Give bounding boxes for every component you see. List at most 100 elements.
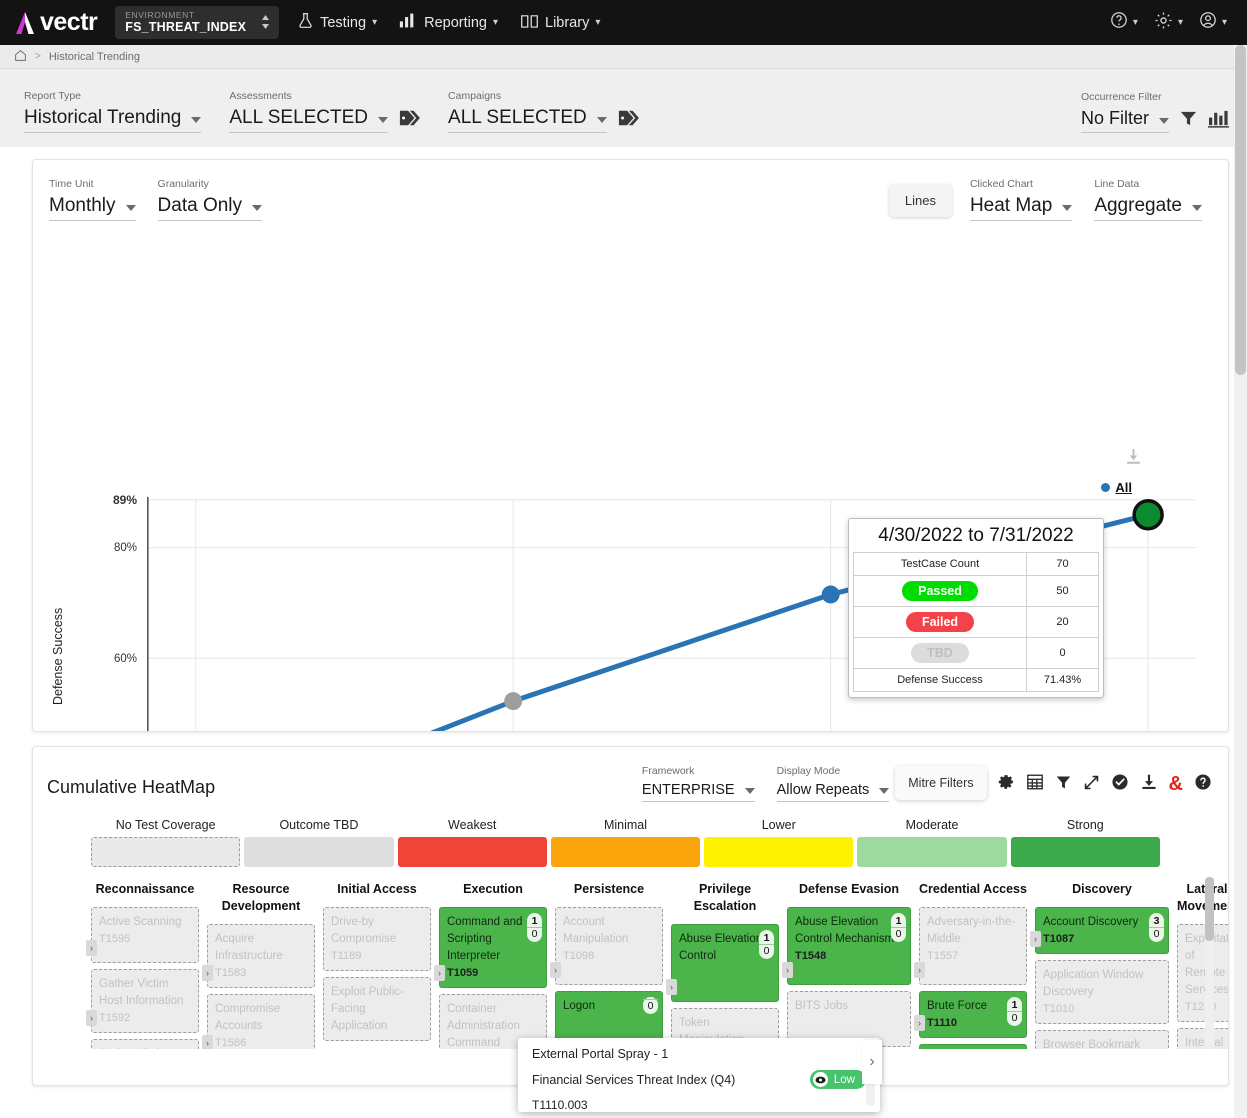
technique-cell[interactable]: Compromise Accounts T1586 › <box>202 994 315 1049</box>
chart-controls: Time Unit Monthly Granularity Data Only … <box>33 160 1228 221</box>
assessments-select[interactable]: ALL SELECTED <box>229 107 389 133</box>
download-icon[interactable] <box>1125 448 1142 470</box>
bar-chart-icon[interactable] <box>1208 109 1229 133</box>
campaigns-label: Campaigns <box>448 90 502 102</box>
clicked-chart-select[interactable]: Heat Map <box>969 195 1073 221</box>
technique-cell[interactable]: Abuse Elevation Control 1 0 › <box>666 924 779 1002</box>
expand-icon[interactable] <box>1083 774 1100 795</box>
scale-label: No Test Coverage <box>115 818 216 832</box>
heatmap-scale-legend: No Test Coverage Outcome TBD Weakest Min… <box>33 802 1228 867</box>
account-menu[interactable]: ▾ <box>1199 11 1227 34</box>
line-data-select[interactable]: Aggregate <box>1094 195 1202 221</box>
technique-name: Active Scanning <box>99 916 182 928</box>
display-mode-select[interactable]: Allow Repeats <box>776 782 890 802</box>
chevron-right-icon[interactable]: › <box>86 1010 97 1026</box>
column-header: Resource Development <box>221 882 301 913</box>
technique-cell[interactable]: Command and Scripting Interpreter T1059 … <box>434 907 547 988</box>
time-unit-select[interactable]: Monthly <box>49 195 136 221</box>
technique-cell[interactable]: Account Discovery T1087 3 0 › <box>1030 907 1169 954</box>
technique-cell[interactable]: Application Window Discovery T1010 <box>1035 960 1169 1024</box>
nav-item-testing[interactable]: Testing ▾ <box>297 12 377 33</box>
clicked-chart-label: Clicked Chart <box>969 178 1033 190</box>
y-tick-60: 60% <box>113 653 137 665</box>
scale-label: Lower <box>761 818 796 832</box>
home-icon[interactable] <box>14 49 27 65</box>
technique-cell[interactable]: Credentials from 2 0 <box>919 1044 1027 1049</box>
granularity-select[interactable]: Data Only <box>157 195 263 221</box>
tag-icon[interactable] <box>617 108 639 133</box>
report-type-select[interactable]: Historical Trending <box>24 107 202 133</box>
technique-name: BITS Jobs <box>795 1000 849 1012</box>
technique-cell[interactable]: Abuse Elevation Control Mechanism T1548 … <box>782 907 911 985</box>
technique-cell[interactable]: Exploitation of Remote Services T1210 <box>1177 924 1228 1022</box>
chevron-right-icon[interactable]: › <box>666 979 677 995</box>
table-icon[interactable] <box>1026 773 1044 795</box>
technique-cell[interactable]: Browser Bookmark Discovery <box>1035 1030 1169 1049</box>
page-scrollbar[interactable] <box>1234 45 1247 1118</box>
technique-cell[interactable]: Gather Victim Host Information T1592 › <box>86 969 199 1033</box>
lines-button[interactable]: Lines <box>888 184 952 217</box>
help-menu[interactable]: ▾ <box>1110 11 1138 34</box>
vectr-logo-mark <box>12 10 38 36</box>
settings-menu[interactable]: ▾ <box>1154 11 1183 35</box>
technique-count-badge: 3 0 <box>1149 913 1164 942</box>
framework-select[interactable]: ENTERPRISE <box>641 782 755 802</box>
scrollbar-thumb[interactable] <box>1235 45 1246 375</box>
chevron-right-icon[interactable]: › <box>202 1035 213 1049</box>
check-circle-icon[interactable] <box>1111 773 1129 795</box>
chevron-right-icon[interactable]: › <box>434 965 445 981</box>
matrix-vertical-scrollbar[interactable] <box>1205 877 1214 1049</box>
vectr-logo-text: vectr <box>40 8 98 36</box>
environment-stepper-icon[interactable] <box>260 12 271 32</box>
mitre-filters-button[interactable]: Mitre Filters <box>895 766 987 800</box>
occurrence-filter-select[interactable]: No Filter <box>1080 108 1169 133</box>
chevron-right-icon[interactable]: › <box>914 1015 925 1031</box>
chevron-down-icon <box>191 117 202 123</box>
help-circle-icon[interactable] <box>1194 773 1212 795</box>
chart-legend[interactable]: All <box>1101 480 1132 495</box>
tooltip-line-1: External Portal Spray - 1 <box>532 1047 669 1061</box>
nav-item-library[interactable]: Library ▾ <box>520 13 600 33</box>
scale-item-lower: Lower <box>704 818 854 867</box>
technique-cell[interactable]: Acquire Infrastructure T1583 › <box>202 924 315 988</box>
nav-item-reporting[interactable]: Reporting ▾ <box>399 12 498 33</box>
technique-id: T1059 <box>447 967 479 979</box>
column-header: Reconnaissance <box>95 882 195 896</box>
funnel-icon[interactable] <box>1055 774 1072 795</box>
chevron-right-icon[interactable]: › <box>86 940 97 956</box>
technique-name: Account Discovery <box>1043 916 1139 928</box>
chevron-right-icon[interactable]: › <box>914 962 925 978</box>
report-type-label: Report Type <box>24 90 82 102</box>
funnel-icon[interactable] <box>1179 109 1198 133</box>
scrollbar-thumb[interactable] <box>1205 877 1214 941</box>
scale-item-weakest: Weakest <box>397 818 547 867</box>
scale-label: Minimal <box>603 818 648 832</box>
technique-cell[interactable]: Exploit Public-Facing Application <box>323 977 431 1041</box>
download-icon[interactable] <box>1140 773 1158 795</box>
chevron-right-icon[interactable]: › <box>782 962 793 978</box>
tooltip-row-value: 0 <box>1026 637 1099 669</box>
chevron-right-icon[interactable]: › <box>550 962 561 978</box>
chevron-right-icon[interactable]: › <box>202 965 213 981</box>
gear-icon[interactable] <box>997 773 1015 795</box>
tag-icon[interactable] <box>398 108 420 133</box>
ampersand-icon[interactable]: & <box>1169 774 1183 794</box>
assessments-value: ALL SELECTED <box>229 107 369 128</box>
technique-cell[interactable]: Brute Force T1110 1 0 › <box>914 991 1027 1038</box>
table-row: Failed 20 <box>853 606 1099 638</box>
technique-cell[interactable]: Account Manipulation T1098 › <box>550 907 663 985</box>
technique-cell[interactable]: Internal Spearphishing T1534 <box>1177 1028 1228 1049</box>
campaigns-select[interactable]: ALL SELECTED <box>448 107 607 133</box>
vectr-logo[interactable]: vectr <box>12 8 98 37</box>
matrix-column-lateral-movement: Lateral Movement Exploitation of Remote … <box>1177 881 1228 1049</box>
technique-cell[interactable]: Adversary-in-the-Middle T1557 › <box>914 907 1027 985</box>
technique-cell[interactable]: Gather Victim Identity <box>91 1039 199 1049</box>
technique-cell[interactable]: Active Scanning T1595 › <box>86 907 199 963</box>
technique-cell[interactable]: Drive-by Compromise T1189 <box>323 907 431 971</box>
environment-selector[interactable]: ENVIRONMENT FS_THREAT_INDEX <box>115 6 280 39</box>
chevron-right-icon[interactable]: › <box>1030 931 1041 947</box>
tooltip-next-arrow[interactable]: › <box>862 1040 882 1084</box>
count-fail: 0 <box>1011 1012 1018 1024</box>
scale-label: Weakest <box>448 818 497 832</box>
scale-label: Moderate <box>905 818 959 832</box>
